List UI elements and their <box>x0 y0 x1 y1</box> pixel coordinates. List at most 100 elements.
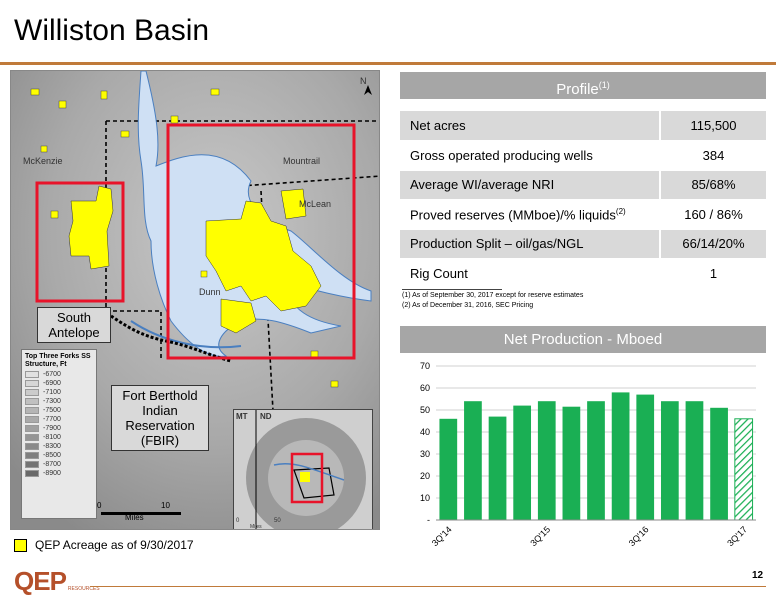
x-tick-label: 3Q'17 <box>725 524 749 548</box>
label-mclean: McLean <box>299 199 332 209</box>
structure-legend-row: -8700 <box>25 461 93 468</box>
acreage-tract <box>330 380 339 388</box>
structure-legend-swatch <box>25 398 39 405</box>
footnote-rule <box>402 289 502 290</box>
profile-row-label: Gross operated producing wells <box>400 140 660 171</box>
profile-label-sup: (2) <box>615 206 626 216</box>
callout-fbir: Fort Berthold Indian Reservation (FBIR) <box>111 385 209 451</box>
structure-legend-value: -8300 <box>43 443 61 450</box>
y-tick-label: 40 <box>420 427 430 437</box>
scale-labels: 0 10 Miles <box>97 501 187 522</box>
page-title: Williston Basin <box>14 14 210 47</box>
structure-legend-swatch <box>25 389 39 396</box>
footnote-2: (2) As of December 31, 2016, SEC Pricing <box>402 302 534 309</box>
bar <box>513 405 532 520</box>
structure-legend-value: -7500 <box>43 407 61 414</box>
locator-inset: MT ND 0 50 Miles <box>233 409 373 529</box>
profile-row-label: Production Split – oil/gas/NGL <box>400 229 660 259</box>
structure-legend-swatch <box>25 425 39 432</box>
north-label: N <box>360 76 367 86</box>
structure-legend-row: -7900 <box>25 425 93 432</box>
acreage-tract <box>100 90 108 100</box>
x-tick-label: 3Q'16 <box>627 524 651 548</box>
scale-end: 10 <box>161 501 170 510</box>
bar <box>710 407 728 520</box>
structure-legend-swatch <box>25 434 39 441</box>
williston-map: N McKenzie Mountrail McLean Dunn South A… <box>10 70 380 530</box>
bar-estimate <box>734 418 754 521</box>
page-number: 12 <box>752 570 764 581</box>
bar <box>685 401 704 520</box>
bar <box>537 401 556 520</box>
structure-legend-rows: -6700 -6900 -7100 -7300 -7500 -7700 -7900 -8100… <box>25 371 93 477</box>
profile-row-value: 85/68% <box>659 170 766 200</box>
inset-scale-end: 50 <box>274 518 281 524</box>
footer-divider <box>90 586 766 587</box>
acreage-legend-text: QEP Acreage as of 9/30/2017 <box>35 538 194 552</box>
acreage-tract <box>40 145 48 153</box>
structure-legend-row: -8500 <box>25 452 93 459</box>
profile-label-text: Production Split – oil/gas/NGL <box>410 236 584 252</box>
inset-scale-start: 0 <box>236 518 240 524</box>
y-tick-label: - <box>427 515 430 525</box>
label-dunn: Dunn <box>199 287 221 297</box>
profile-heading-text: Profile <box>556 81 599 98</box>
callout-south-antelope: South Antelope <box>37 307 111 343</box>
profile-row-value: 66/14/20% <box>659 229 766 259</box>
bar <box>562 406 581 520</box>
qep-logo: QEP RESOURCES <box>14 566 100 597</box>
structure-legend-swatch <box>25 470 39 477</box>
structure-legend-row: -6900 <box>25 380 93 387</box>
structure-legend-row: -7700 <box>25 416 93 423</box>
profile-row-label: Rig Count <box>400 258 660 289</box>
structure-legend-row: -7500 <box>25 407 93 414</box>
footnote-1: (1) As of September 30, 2017 except for … <box>402 292 584 299</box>
profile-row: Gross operated producing wells 384 <box>400 140 766 171</box>
y-tick-label: 60 <box>420 383 430 393</box>
bar <box>636 394 655 520</box>
structure-legend-value: -6900 <box>43 380 61 387</box>
profile-row: Production Split – oil/gas/NGL 66/14/20% <box>400 229 766 259</box>
profile-row-value: 1 <box>659 258 766 289</box>
label-mountrail: Mountrail <box>283 156 321 166</box>
structure-legend-value: -7700 <box>43 416 61 423</box>
bar <box>587 401 605 520</box>
structure-legend-swatch <box>25 443 39 450</box>
profile-row-value: 160 / 86% <box>659 199 766 230</box>
acreage-swatch <box>14 538 27 552</box>
structure-legend-value: -6700 <box>43 371 61 378</box>
x-tick-label: 3Q'14 <box>430 524 454 548</box>
structure-legend-swatch <box>25 380 39 387</box>
structure-legend-value: -8500 <box>43 452 61 459</box>
acreage-tract <box>50 210 59 219</box>
structure-legend-value: -8700 <box>43 461 61 468</box>
profile-row-label: Average WI/average NRI <box>400 170 660 200</box>
profile-label-text: Gross operated producing wells <box>410 147 593 163</box>
structure-legend: Top Three Forks SS Structure, Ft -6700 -6… <box>21 349 97 519</box>
structure-legend-swatch <box>25 407 39 414</box>
x-tick-label: 3Q'15 <box>528 524 552 548</box>
acreage-tract <box>58 100 67 109</box>
profile-label-text: Net acres <box>410 118 466 133</box>
structure-legend-swatch <box>25 416 39 423</box>
profile-row: Net acres 115,500 <box>400 111 766 141</box>
structure-legend-row: -8900 <box>25 470 93 477</box>
profile-label-text: Rig Count <box>410 265 468 281</box>
bar <box>464 401 482 520</box>
production-chart-svg: - 10 20 30 40 50 60 70 3Q'14 3Q'15 3Q'16 3Q'17 <box>420 361 756 548</box>
structure-legend-title: Top Three Forks SS Structure, Ft <box>25 353 91 368</box>
structure-legend-swatch <box>25 461 39 468</box>
y-tick-label: 10 <box>420 493 430 503</box>
profile-heading-sup: (1) <box>598 80 610 90</box>
acreage-tract <box>120 130 130 138</box>
y-tick-label: 30 <box>420 449 430 459</box>
profile-row-value: 384 <box>659 140 766 171</box>
title-divider <box>0 62 776 65</box>
y-tick-label: 70 <box>420 361 430 371</box>
structure-legend-swatch <box>25 452 39 459</box>
structure-legend-value: -8100 <box>43 434 61 441</box>
acreage-tract <box>30 88 40 96</box>
profile-label-text: Average WI/average NRI <box>410 177 555 193</box>
structure-legend-value: -7100 <box>43 389 61 396</box>
y-tick-label: 50 <box>420 405 430 415</box>
